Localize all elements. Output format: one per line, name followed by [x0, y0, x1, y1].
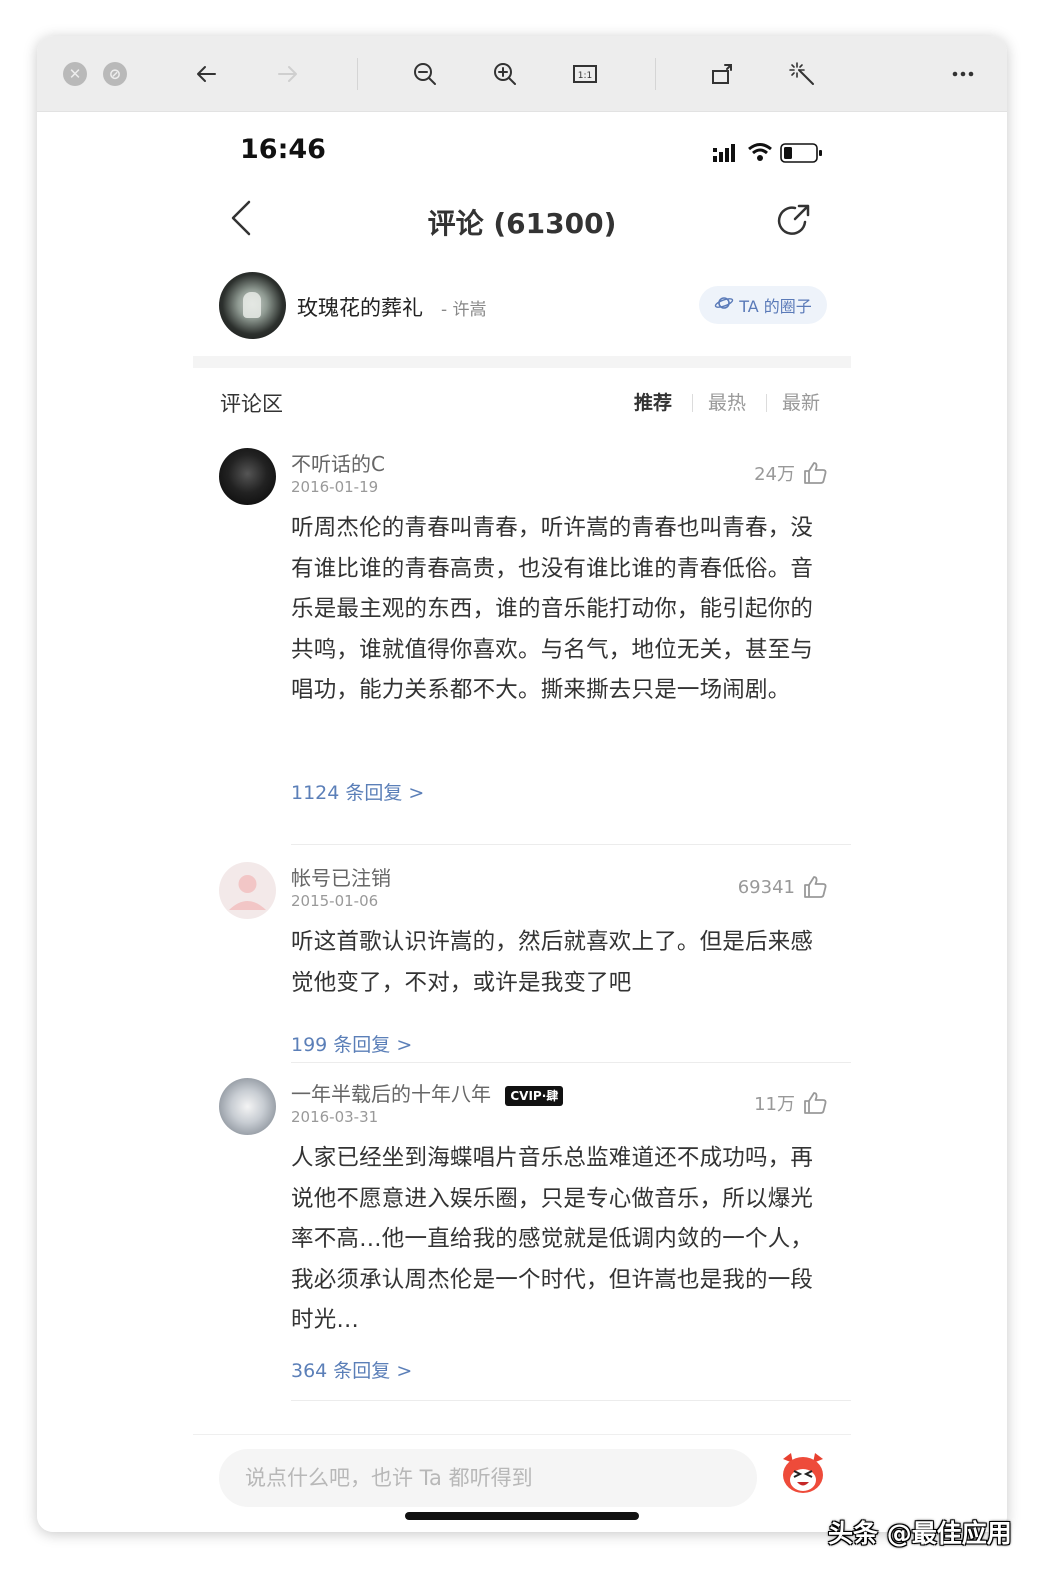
- block-icon[interactable]: ⊘: [103, 62, 127, 86]
- song-artist: - 许嵩: [441, 300, 487, 320]
- replies-link[interactable]: 199 条回复 >: [291, 1030, 412, 1057]
- avatar[interactable]: [219, 862, 276, 919]
- like-count: 24万: [754, 464, 795, 485]
- zoom-in-icon[interactable]: [487, 56, 523, 92]
- share-icon[interactable]: [775, 202, 813, 240]
- comment-date: 2016-03-31: [291, 1108, 379, 1126]
- planet-icon: [714, 295, 734, 315]
- comment-text: 听这首歌认识许嵩的，然后就喜欢上了。但是后来感觉他变了，不对，或许是我变了吧: [291, 929, 814, 996]
- status-icons: [709, 140, 829, 166]
- cellular-signal-icon: [713, 144, 735, 162]
- back-arrow-icon[interactable]: [189, 56, 225, 92]
- rotate-icon[interactable]: [705, 56, 741, 92]
- thumbs-up-icon: [804, 462, 827, 484]
- tab-recommended[interactable]: 推荐: [634, 388, 672, 415]
- back-icon[interactable]: [227, 198, 257, 238]
- image-viewer-window: ✕ ⊘ 1:1 16:46 评论 (61300) 玫瑰花的葬礼 - 许嵩 TA …: [37, 36, 1007, 1532]
- default-avatar-icon: [229, 875, 266, 910]
- toolbar-divider: [357, 58, 358, 90]
- toolbar-divider: [655, 58, 656, 90]
- comment-divider: [291, 1062, 851, 1063]
- song-cover: [219, 272, 286, 339]
- page-title: 评论 (61300): [427, 207, 617, 240]
- tab-hottest[interactable]: 最热: [708, 388, 746, 415]
- comment-item: 不听话的C 2016-01-19 24万 听周杰伦的青春叫青春，听许嵩的青春也叫…: [219, 448, 851, 810]
- viewer-toolbar: ✕ ⊘ 1:1: [37, 36, 1007, 112]
- comment-text: 人家已经坐到海蝶唱片音乐总监难道还不成功吗，再说他不愿意进入娱乐圈，只是专心做音…: [291, 1145, 814, 1333]
- phone-screenshot: 16:46 评论 (61300) 玫瑰花的葬礼 - 许嵩 TA 的圈子 评论区 …: [37, 112, 1007, 1532]
- wifi-icon: [748, 143, 772, 161]
- like-button[interactable]: 69341: [738, 872, 829, 902]
- comment-username[interactable]: 一年半载后的十年八年 CVIP·肆: [291, 1078, 564, 1107]
- status-time: 16:46: [240, 134, 326, 165]
- sort-tabs: 推荐 最热 最新: [634, 388, 828, 418]
- section-divider: [193, 356, 851, 368]
- replies-link[interactable]: 1124 条回复 >: [291, 778, 424, 805]
- comments-section-title: 评论区: [220, 392, 283, 416]
- comment-date: 2015-01-06: [291, 892, 379, 910]
- zoom-out-icon[interactable]: [407, 56, 443, 92]
- magic-wand-icon[interactable]: [785, 56, 821, 92]
- tab-separator: [692, 394, 693, 412]
- ta-circle-label: TA 的圈子: [739, 297, 812, 316]
- comment-username-text: 一年半载后的十年八年: [291, 1082, 491, 1106]
- emoji-icon[interactable]: [777, 1451, 829, 1497]
- like-count: 69341: [737, 876, 795, 898]
- battery-icon: [780, 143, 822, 163]
- comment-text: 听周杰伦的青春叫青春，听许嵩的青春也叫青春，没有谁比谁的青春高贵，也没有谁比谁的…: [291, 515, 814, 703]
- comment-item: 帐号已注销 2015-01-06 69341 听这首歌认识许嵩的，然后就喜欢上了…: [219, 862, 851, 1056]
- song-name: 玫瑰花的葬礼: [297, 296, 423, 320]
- svg-text:1:1: 1:1: [578, 71, 592, 81]
- comment-divider: [291, 844, 851, 845]
- avatar[interactable]: [219, 448, 276, 505]
- comment-date: 2016-01-19: [291, 478, 379, 496]
- ta-circle-button[interactable]: TA 的圈子: [699, 286, 827, 324]
- home-indicator: [405, 1512, 639, 1520]
- comment-divider: [291, 1400, 851, 1401]
- more-icon[interactable]: [945, 56, 981, 92]
- like-count: 11万: [754, 1094, 795, 1115]
- like-button[interactable]: 11万: [754, 1088, 829, 1118]
- thumbs-up-icon: [804, 1092, 827, 1114]
- comment-item: 一年半载后的十年八年 CVIP·肆 2016-03-31 11万 人家已经坐到海…: [219, 1078, 851, 1388]
- watermark: 头条 @最佳应用: [828, 1519, 1012, 1548]
- forward-arrow-icon[interactable]: [269, 56, 305, 92]
- close-icon[interactable]: ✕: [63, 62, 87, 86]
- like-button[interactable]: 24万: [754, 458, 829, 488]
- actual-size-icon[interactable]: 1:1: [567, 56, 603, 92]
- comment-input[interactable]: 说点什么吧，也许 Ta 都听得到: [219, 1449, 757, 1507]
- vip-badge: CVIP·肆: [505, 1085, 564, 1106]
- thumbs-up-icon: [804, 876, 827, 898]
- comment-username[interactable]: 帐号已注销: [291, 862, 391, 891]
- avatar[interactable]: [219, 1078, 276, 1135]
- replies-link[interactable]: 364 条回复 >: [291, 1356, 412, 1383]
- tab-newest[interactable]: 最新: [782, 388, 820, 415]
- comment-username[interactable]: 不听话的C: [291, 448, 385, 477]
- tab-separator: [766, 394, 767, 412]
- song-info[interactable]: 玫瑰花的葬礼 - 许嵩 TA 的圈子: [219, 272, 831, 342]
